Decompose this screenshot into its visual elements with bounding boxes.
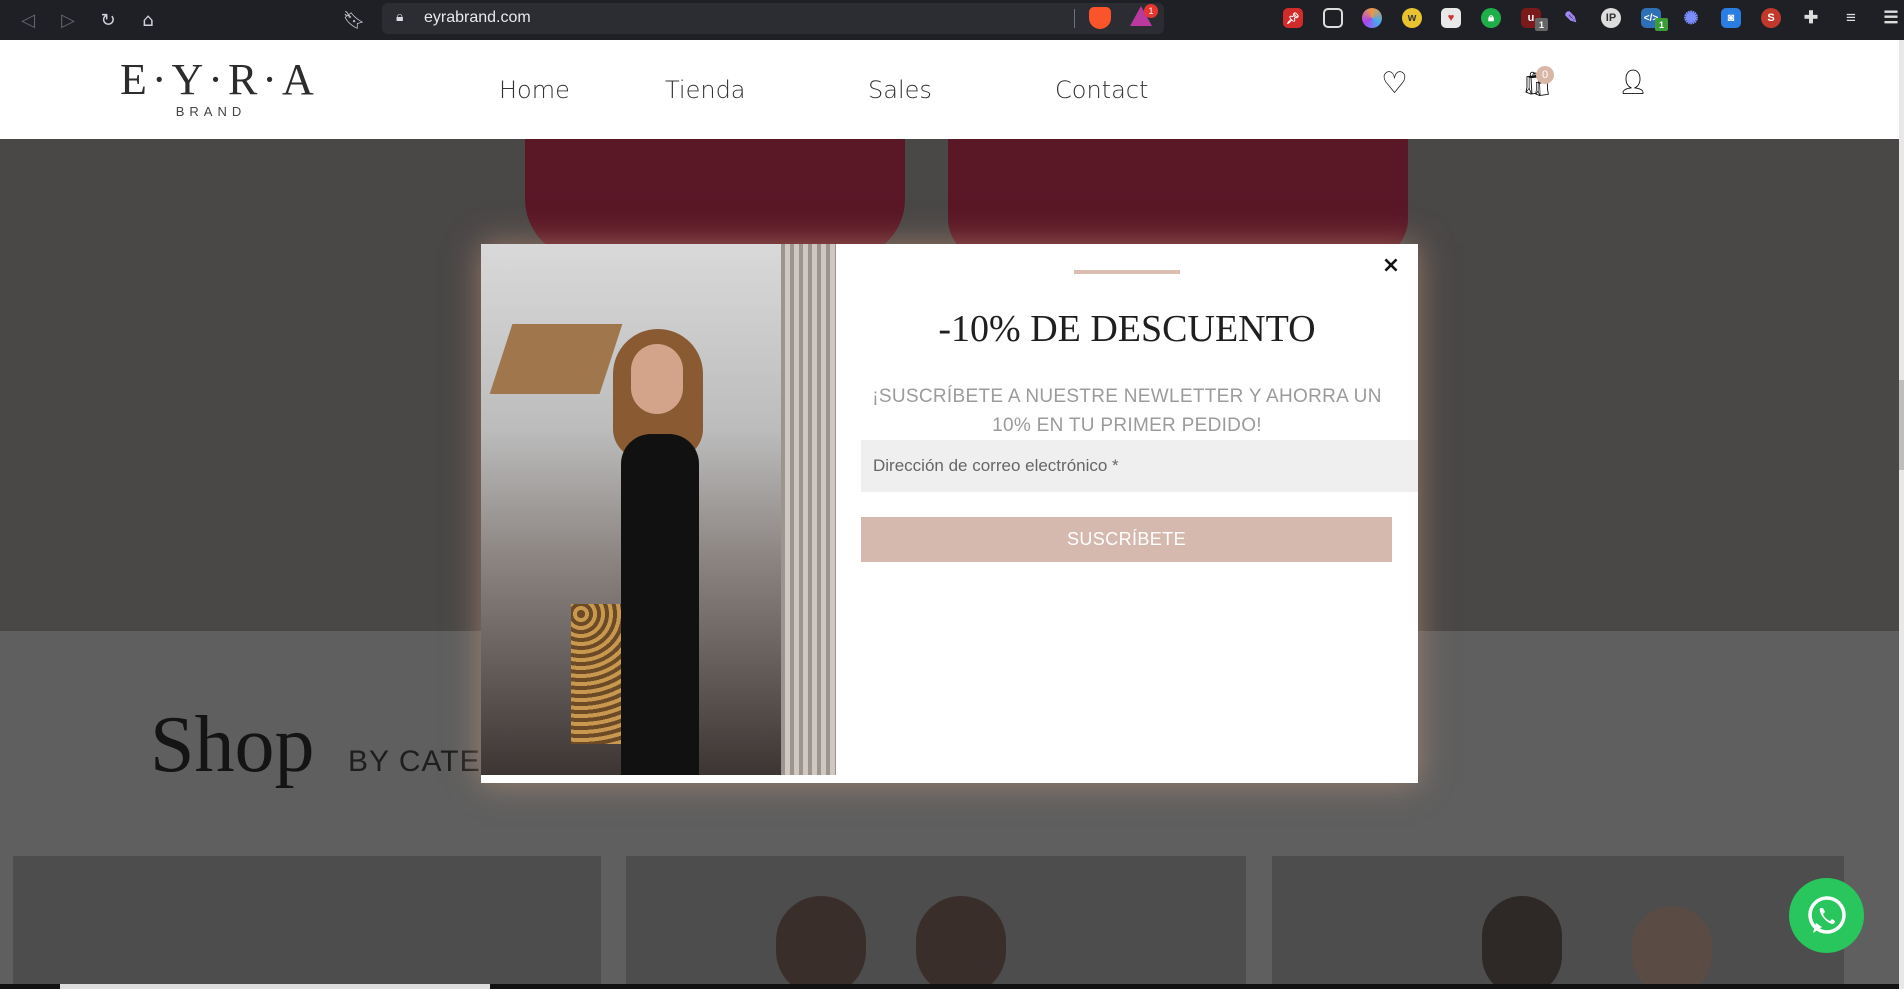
modal-title: -10% DE DESCUENTO bbox=[938, 308, 1316, 350]
card-model bbox=[776, 896, 866, 989]
nav-home[interactable]: Home bbox=[499, 76, 570, 104]
card-model bbox=[1482, 896, 1562, 989]
menu-icon[interactable]: ☰ bbox=[1881, 8, 1901, 28]
nav-contact[interactable]: Contact bbox=[1055, 76, 1148, 104]
page-scrollbar[interactable] bbox=[1899, 40, 1904, 989]
brave-shields-icon[interactable] bbox=[1089, 7, 1111, 29]
bookmark-icon[interactable]: 🔖︎ bbox=[340, 6, 368, 34]
whatsapp-icon bbox=[1807, 895, 1846, 934]
browser-toolbar: ◁ ▷ ↻ ⌂ 🔖︎ 🔒︎ eyrabrand.com 1 📌︎ w ♥ 🔒︎ … bbox=[0, 0, 1904, 40]
translate-extension-icon[interactable]: ◙ bbox=[1721, 8, 1741, 28]
user-icon[interactable]: 👤︎ bbox=[1618, 68, 1648, 96]
whatsapp-button[interactable] bbox=[1789, 878, 1864, 953]
logo-main: E·Y·R·A bbox=[120, 55, 319, 104]
forward-icon[interactable]: ▷ bbox=[54, 6, 82, 34]
lock-icon: 🔒︎ bbox=[396, 9, 404, 25]
photo-lamp bbox=[489, 324, 623, 394]
media-list-icon[interactable]: ≡ bbox=[1841, 8, 1861, 28]
nav-sales[interactable]: Sales bbox=[868, 76, 932, 104]
newsletter-modal: × -10% DE DESCUENTO ¡SUSCRÍBETE A NUESTR… bbox=[481, 244, 1418, 783]
card-model bbox=[1632, 906, 1712, 989]
close-icon[interactable]: × bbox=[1381, 255, 1401, 277]
photo-wall bbox=[781, 244, 836, 775]
subscribe-button[interactable]: SUSCRÍBETE bbox=[861, 517, 1392, 562]
heart-icon[interactable]: ♡ bbox=[1381, 66, 1408, 101]
ublock-badge: 1 bbox=[1535, 18, 1548, 31]
shop-title: Shop bbox=[150, 701, 315, 789]
site-header: E·Y·R·A BRAND Home Tienda Sales Contact … bbox=[0, 40, 1899, 139]
pin-extension-icon[interactable]: 📌︎ bbox=[1283, 8, 1303, 28]
photo-model-outfit bbox=[621, 434, 699, 775]
card-model bbox=[916, 896, 1006, 989]
category-card-1[interactable] bbox=[13, 856, 601, 989]
pen-extension-icon[interactable]: ✎ bbox=[1561, 8, 1581, 28]
ip-extension-icon[interactable]: IP bbox=[1601, 8, 1621, 28]
scrollbar-thumb[interactable] bbox=[1899, 380, 1904, 470]
cart-badge: 0 bbox=[1536, 66, 1554, 84]
modal-photo bbox=[481, 244, 836, 775]
category-card-3[interactable] bbox=[1272, 856, 1844, 989]
category-card-2[interactable] bbox=[626, 856, 1246, 989]
address-separator bbox=[1074, 9, 1075, 28]
color-extension-icon[interactable] bbox=[1362, 8, 1382, 28]
rewards-badge: 1 bbox=[1144, 4, 1158, 18]
photo-model-face bbox=[631, 344, 683, 414]
bottom-progress bbox=[60, 984, 490, 989]
modal-subtitle: ¡SUSCRÍBETE A NUESTRE NEWLETTER Y AHORRA… bbox=[872, 386, 1382, 436]
hero-model-right bbox=[948, 139, 1408, 259]
w-extension-icon[interactable]: w bbox=[1402, 8, 1422, 28]
reload-icon[interactable]: ↻ bbox=[94, 6, 122, 34]
email-field[interactable] bbox=[861, 440, 1418, 492]
code-extension-badge: 1 bbox=[1655, 18, 1668, 31]
address-bar[interactable]: 🔒︎ eyrabrand.com 1 bbox=[382, 3, 1164, 34]
s-extension-icon[interactable]: S bbox=[1761, 8, 1781, 28]
lock-extension-icon[interactable]: 🔒︎ bbox=[1481, 8, 1501, 28]
home-icon[interactable]: ⌂ bbox=[134, 6, 162, 34]
hero-model-left bbox=[525, 139, 905, 259]
brand-logo[interactable]: E·Y·R·A BRAND bbox=[120, 55, 319, 120]
url-text: eyrabrand.com bbox=[424, 9, 531, 26]
shield-extension-icon[interactable]: ♥ bbox=[1441, 8, 1461, 28]
logo-sub: BRAND bbox=[175, 104, 247, 119]
back-icon[interactable]: ◁ bbox=[14, 6, 42, 34]
window-extension-icon[interactable] bbox=[1323, 8, 1343, 28]
nav-tienda[interactable]: Tienda bbox=[665, 76, 746, 104]
gear-extension-icon[interactable]: ✺ bbox=[1681, 8, 1701, 28]
puzzle-icon[interactable]: ✚ bbox=[1801, 8, 1821, 28]
modal-accent-line bbox=[1074, 270, 1180, 274]
